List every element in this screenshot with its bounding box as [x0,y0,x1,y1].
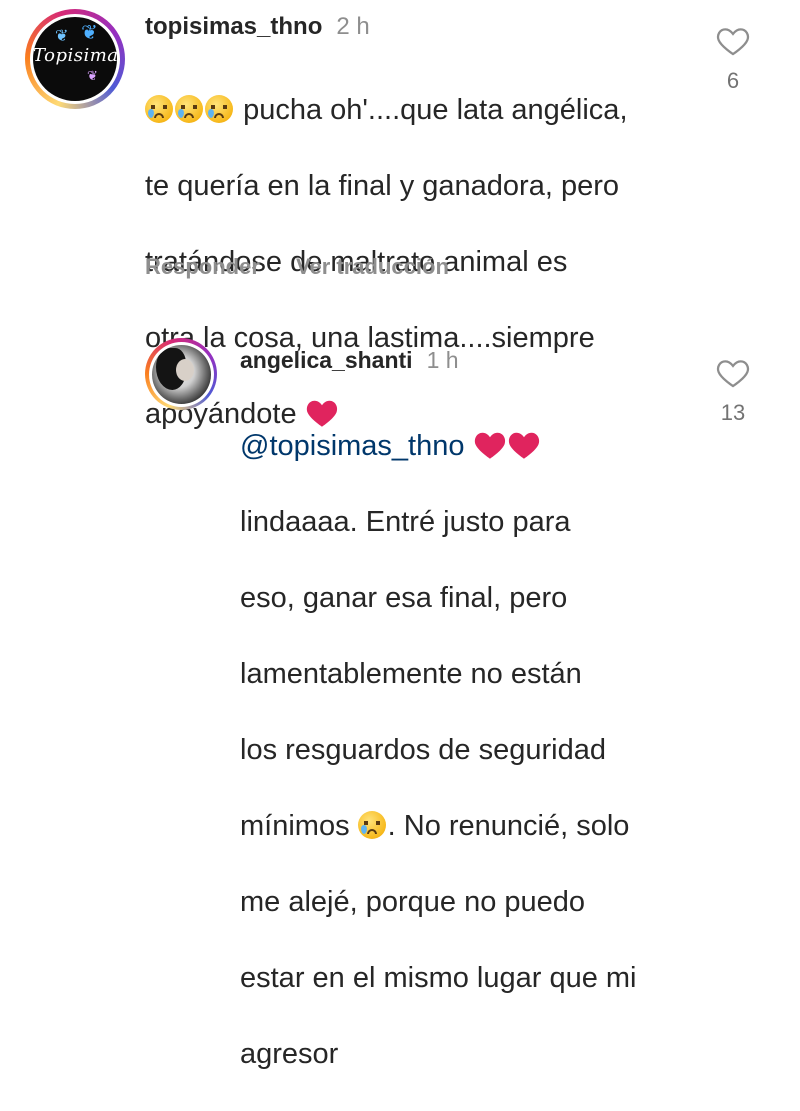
crying-face-emoji [357,811,386,839]
crying-face-emoji [145,95,173,123]
comment-text: @topisimas_thno lindaaaa. Entré justo pa… [240,389,690,1111]
crying-face-emoji [175,95,203,123]
comment-time: 1 h [426,347,459,373]
avatar-story-ring[interactable]: ❦ ❦ ❦ Topisimas [25,9,125,109]
avatar-story-ring[interactable] [145,338,217,410]
red-heart-emoji [508,432,539,459]
comment-line: los resguardos de seguridad [240,734,606,766]
comment-line: te quería en la final y ganadora, pero [145,170,619,202]
comment-line: mínimos . No renuncié, solo [240,810,630,842]
see-translation-button[interactable]: Ver traducción [296,254,449,279]
butterfly-icon: ❦ [55,28,69,45]
heart-outline-icon[interactable] [716,25,750,57]
comment-line: estar en el mismo lugar que mi [240,962,637,994]
comment-line: agresor [240,1038,339,1070]
crying-face-emoji [205,95,233,123]
comment-username[interactable]: angelica_shanti 1 h [240,347,459,374]
comment-time: 2 h [336,13,370,40]
logo-lettering: Topisimas [33,45,117,66]
comment-actions: Responder Ver traducción [145,254,479,280]
avatar-topisimas-logo: ❦ ❦ ❦ Topisimas [33,17,117,101]
comment-line: me alejé, porque no puedo [240,886,586,918]
comment-line: lamentablemente no están [240,658,582,690]
butterfly-icon: ❦ [81,22,98,44]
like-control: 13 [713,357,753,426]
like-control: 6 [713,25,753,94]
comment-line: eso, ganar esa final, pero [240,582,568,614]
username-text[interactable]: angelica_shanti [240,347,413,373]
comment-line: @topisimas_thno [240,427,690,465]
comment-topisimas: ❦ ❦ ❦ Topisimas topisimas_thno 2 h pucha … [0,0,800,430]
avatar-photo [151,344,211,404]
reply-angelica: angelica_shanti 1 h @topisimas_thno linda… [0,335,800,1070]
comment-line: lindaaaa. Entré justo para [240,506,571,538]
username-text[interactable]: topisimas_thno [145,13,322,40]
mention-link[interactable]: @topisimas_thno [240,430,465,462]
heart-outline-icon[interactable] [716,357,750,389]
like-count: 6 [726,68,740,93]
comment-username[interactable]: topisimas_thno 2 h [145,13,370,41]
like-count: 13 [720,400,746,425]
red-heart-emoji [474,432,505,459]
reply-button[interactable]: Responder [145,254,260,279]
butterfly-icon: ❦ [87,68,98,83]
comment-line: pucha oh'....que lata angélica, [145,91,695,129]
